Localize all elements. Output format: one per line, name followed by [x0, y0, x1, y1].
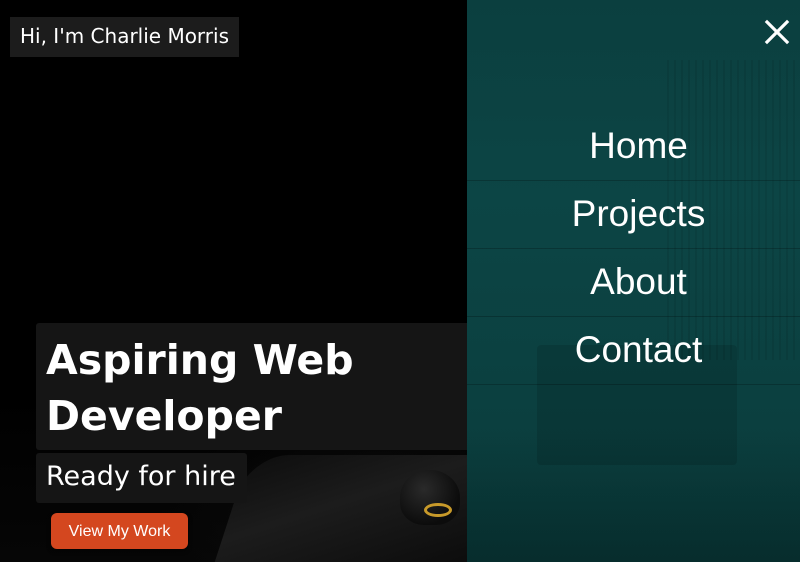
page: Hi, I'm Charlie Morris Aspiring Web Deve…: [0, 0, 800, 562]
page-title: Aspiring Web Developer: [46, 336, 354, 440]
gold-ring-image: [424, 503, 452, 517]
greeting-text: Hi, I'm Charlie Morris: [10, 17, 240, 57]
nav-item-home[interactable]: Home: [467, 113, 800, 181]
nav-background-shade: [467, 430, 800, 562]
nav-item-projects[interactable]: Projects: [467, 181, 800, 249]
subheadline: Ready for hire: [36, 453, 247, 503]
close-menu-button[interactable]: [760, 15, 794, 49]
view-my-work-button[interactable]: View My Work: [51, 513, 188, 549]
nav-item-contact[interactable]: Contact: [467, 317, 800, 385]
nav-menu: Home Projects About Contact: [467, 113, 800, 385]
desk-image: [210, 455, 510, 562]
nav-item-about[interactable]: About: [467, 249, 800, 317]
close-icon: [764, 19, 790, 45]
headphones-image: [400, 470, 460, 525]
